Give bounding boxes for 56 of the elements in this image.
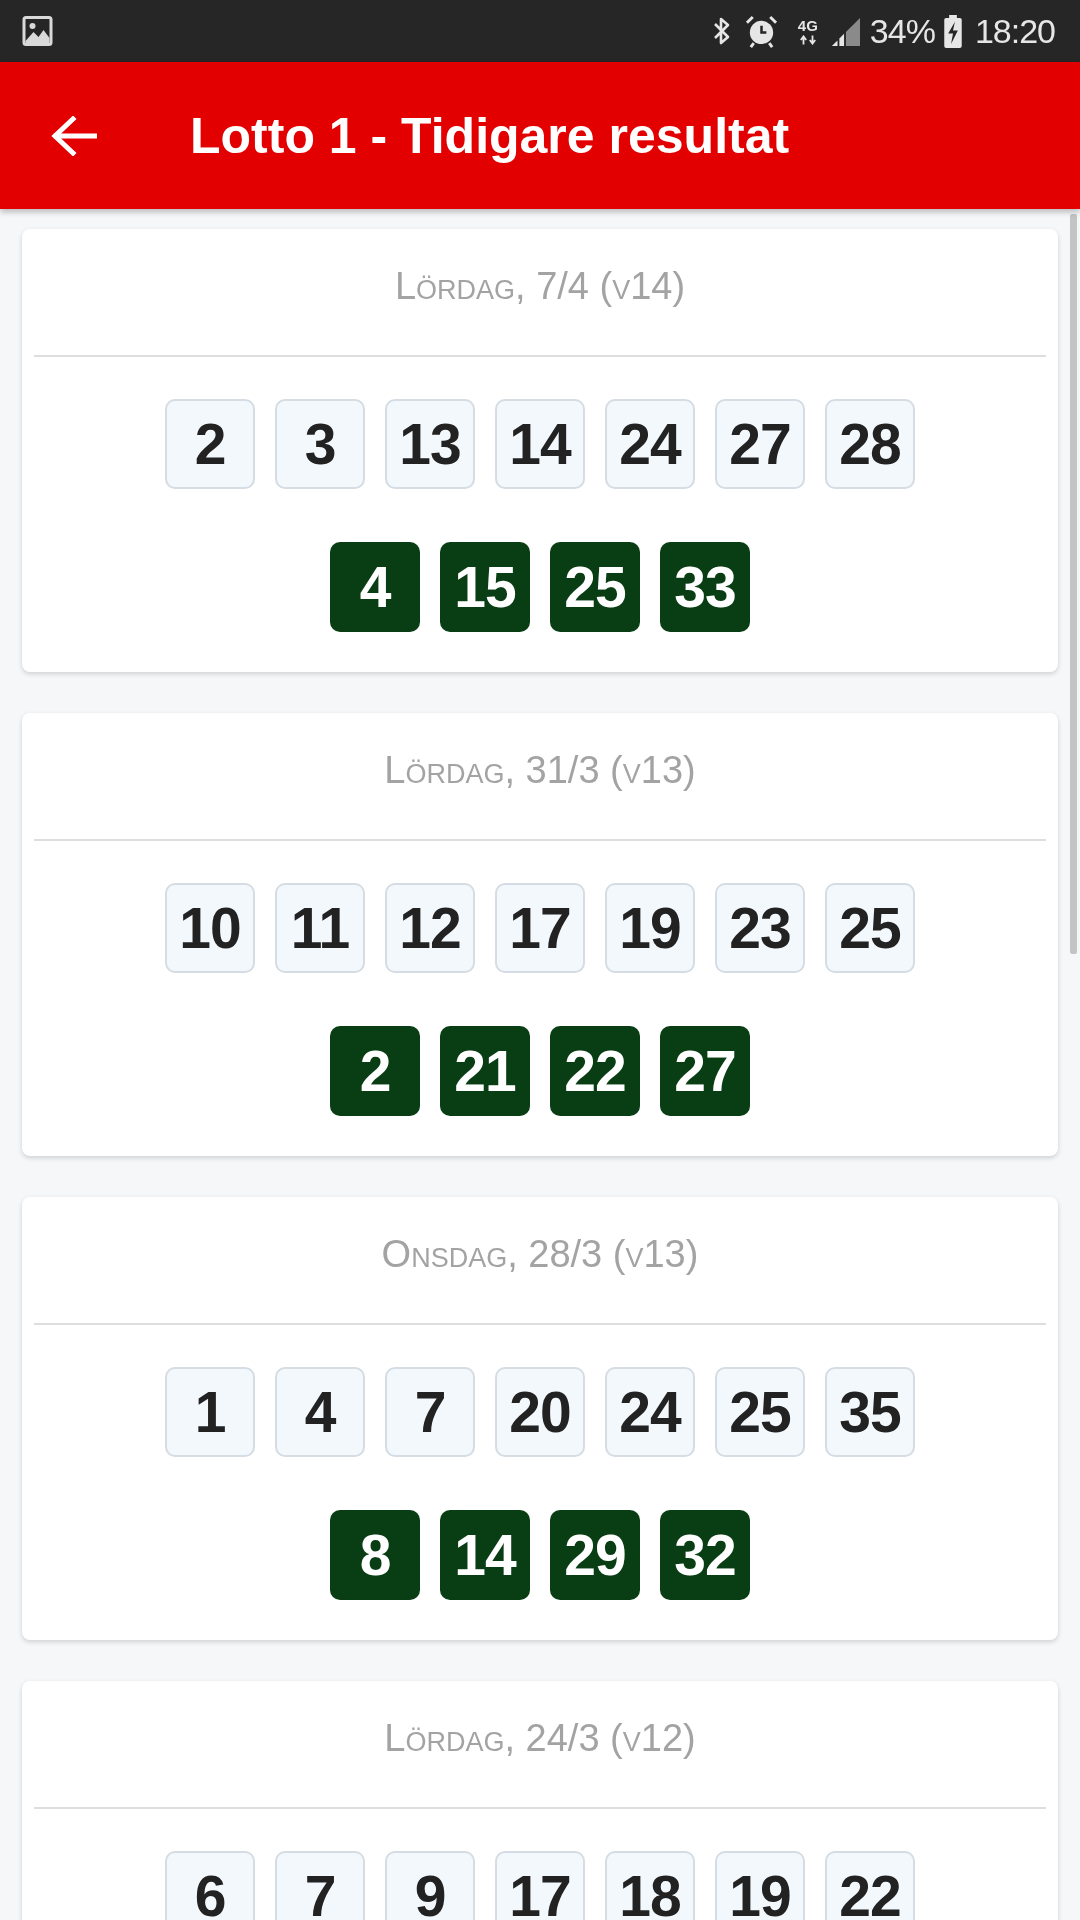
- arrow-left-icon: [51, 115, 97, 156]
- battery-percent: 34%: [869, 11, 935, 51]
- drawn-number: 6: [165, 1851, 255, 1920]
- drawn-number: 7: [385, 1367, 475, 1457]
- drawn-number: 3: [275, 399, 365, 489]
- drawn-number: 7: [275, 1851, 365, 1920]
- drawn-number: 9: [385, 1851, 475, 1920]
- drawn-number: 17: [495, 1851, 585, 1920]
- draw-date: Onsdag, 28/3 (v13): [380, 1232, 700, 1276]
- drawn-number: 13: [385, 399, 475, 489]
- extra-number: 29: [550, 1510, 640, 1600]
- extra-number: 14: [440, 1510, 530, 1600]
- drawn-number: 17: [495, 883, 585, 973]
- extra-number: 27: [660, 1026, 750, 1116]
- scrollbar[interactable]: [1070, 214, 1077, 954]
- extra-number: 25: [550, 542, 640, 632]
- extra-number: 4: [330, 542, 420, 632]
- drawn-number: 24: [605, 399, 695, 489]
- battery-charging-icon: [942, 14, 963, 48]
- clock-time: 18:20: [974, 11, 1055, 51]
- draw-date: Lördag, 31/3 (v13): [383, 748, 697, 792]
- drawn-number: 25: [715, 1367, 805, 1457]
- draw-date: Lördag, 24/3 (v12): [383, 1716, 697, 1760]
- drawn-number: 19: [605, 883, 695, 973]
- drawn-number: 19: [715, 1851, 805, 1920]
- drawn-number: 11: [275, 883, 365, 973]
- drawn-number: 1: [165, 1367, 255, 1457]
- drawn-number: 4: [275, 1367, 365, 1457]
- drawn-number: 22: [825, 1851, 915, 1920]
- drawn-number: 27: [715, 399, 805, 489]
- drawn-number: 24: [605, 1367, 695, 1457]
- extra-number: 2: [330, 1026, 420, 1116]
- drawn-number: 35: [825, 1367, 915, 1457]
- drawn-number: 18: [605, 1851, 695, 1920]
- extra-number: 33: [660, 542, 750, 632]
- drawn-number: 20: [495, 1367, 585, 1457]
- drawn-number: 23: [715, 883, 805, 973]
- extra-number: 21: [440, 1026, 530, 1116]
- app-title: Lotto 1 - Tidigare resultat: [190, 106, 790, 165]
- drawn-number: 25: [825, 883, 915, 973]
- drawn-number: 28: [825, 399, 915, 489]
- data-arrows-icon: [798, 34, 817, 45]
- signal-icon: [829, 16, 860, 46]
- alarm-clock-icon: [744, 14, 778, 48]
- network-type: 4G: [797, 17, 818, 33]
- draw-date: Lördag, 7/4 (v14): [393, 264, 687, 308]
- image-icon: [22, 16, 53, 46]
- drawn-number: 2: [165, 399, 255, 489]
- extra-number: 22: [550, 1026, 640, 1116]
- extra-number: 8: [330, 1510, 420, 1600]
- extra-number: 32: [660, 1510, 750, 1600]
- drawn-number: 10: [165, 883, 255, 973]
- drawn-number: 12: [385, 883, 475, 973]
- extra-number: 15: [440, 542, 530, 632]
- bluetooth-icon: [711, 16, 732, 46]
- drawn-number: 14: [495, 399, 585, 489]
